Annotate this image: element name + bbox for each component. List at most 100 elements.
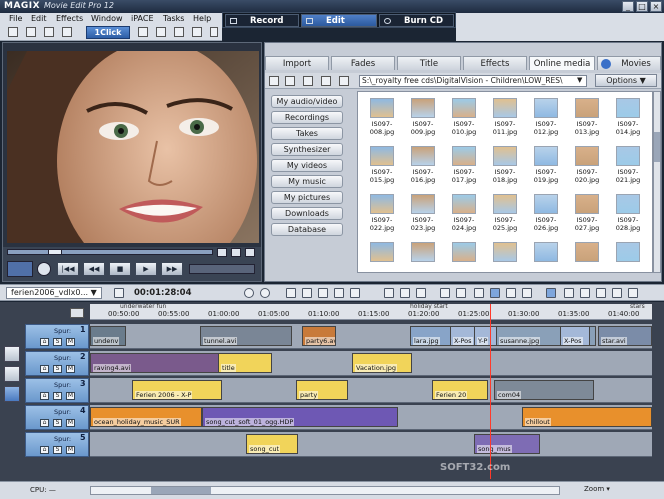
file-thumbnail[interactable]: IS097-012.jpg xyxy=(528,96,564,140)
track-lock-icon[interactable]: ⌂ xyxy=(40,419,49,427)
play-button[interactable]: ▶ xyxy=(135,262,157,276)
track-lock-icon[interactable]: ⌂ xyxy=(40,338,49,346)
track-lock-icon[interactable]: ⌂ xyxy=(40,446,49,454)
timeline-clip[interactable]: raving4.avi xyxy=(90,353,220,373)
file-grid-scrollbar[interactable] xyxy=(653,91,661,273)
file-thumbnail[interactable]: IS097-018.jpg xyxy=(487,144,523,188)
track-header[interactable]: Spur: 2 ⌂ S M xyxy=(25,351,89,376)
paste-icon[interactable] xyxy=(334,288,344,298)
file-thumbnail[interactable] xyxy=(569,240,605,272)
menu-help[interactable]: Help xyxy=(193,13,211,24)
view-icon[interactable] xyxy=(217,248,227,257)
playhead[interactable] xyxy=(490,304,491,479)
file-thumbnail[interactable] xyxy=(528,240,564,272)
track-header[interactable]: Spur: 3 ⌂ S M xyxy=(25,378,89,403)
file-thumbnail[interactable] xyxy=(610,240,646,272)
file-thumbnail[interactable]: IS097-025.jpg xyxy=(487,192,523,236)
file-thumbnail[interactable] xyxy=(487,240,523,272)
track-lock-icon[interactable]: ⌂ xyxy=(40,392,49,400)
preview-mode-icon[interactable] xyxy=(7,261,33,277)
cut-icon[interactable] xyxy=(286,288,296,298)
timeline-marker[interactable]: holiday start xyxy=(410,303,448,310)
category-my-videos[interactable]: My videos xyxy=(271,159,343,172)
timeline-view-button[interactable] xyxy=(4,386,20,402)
folder-tree-icon[interactable] xyxy=(339,76,349,86)
fast-forward-button[interactable]: ▶▶ xyxy=(161,262,183,276)
checklist-icon[interactable] xyxy=(192,27,202,37)
menu-effects[interactable]: Effects xyxy=(56,13,83,24)
track-mute-button[interactable]: M xyxy=(66,392,75,400)
mode-edit-button[interactable]: Edit xyxy=(301,14,377,27)
file-thumbnail[interactable]: IS097-008.jpg xyxy=(364,96,400,140)
file-thumbnail[interactable]: IS097-017.jpg xyxy=(446,144,482,188)
stretch-icon[interactable] xyxy=(612,288,622,298)
timeline-clip[interactable]: song_cut_soft_01_ogg.HDP xyxy=(202,407,398,427)
position-slider[interactable] xyxy=(7,249,213,255)
track-mute-button[interactable]: M xyxy=(66,365,75,373)
redo-icon[interactable] xyxy=(260,288,270,298)
rewind-button[interactable]: ◀◀ xyxy=(83,262,105,276)
menu-file[interactable]: File xyxy=(9,13,22,24)
category-downloads[interactable]: Downloads xyxy=(271,207,343,220)
timeline-clip[interactable]: undenv xyxy=(90,326,126,346)
duplicate-icon[interactable] xyxy=(350,288,360,298)
help-cursor-icon[interactable] xyxy=(210,27,218,37)
volume-slider[interactable] xyxy=(189,264,255,274)
mode-multi-icon[interactable] xyxy=(506,288,516,298)
close-button[interactable]: × xyxy=(650,1,662,12)
track-mute-button[interactable]: M xyxy=(66,419,75,427)
timeline-clip[interactable]: Ferien 20 xyxy=(432,380,488,400)
file-thumbnail[interactable]: IS097-011.jpg xyxy=(487,96,523,140)
monitor-icon[interactable] xyxy=(114,288,124,298)
mode-record-button[interactable]: Record xyxy=(225,14,299,27)
file-thumbnail[interactable]: IS097-020.jpg xyxy=(569,144,605,188)
file-thumbnail[interactable]: IS097-026.jpg xyxy=(528,192,564,236)
file-thumbnail[interactable]: IS097-019.jpg xyxy=(528,144,564,188)
timeline-clip[interactable]: Vacation.jpg xyxy=(352,353,412,373)
storyboard-view-button[interactable] xyxy=(4,346,20,362)
curve-icon[interactable] xyxy=(596,288,606,298)
scene-view-button[interactable] xyxy=(4,366,20,382)
forward-icon[interactable] xyxy=(285,76,295,86)
track-lock-icon[interactable]: ⌂ xyxy=(40,365,49,373)
timeline-marker[interactable]: stars xyxy=(630,303,645,310)
file-thumbnail[interactable]: IS097-023.jpg xyxy=(405,192,441,236)
file-thumbnail[interactable]: IS097-021.jpg xyxy=(610,144,646,188)
slip-icon[interactable] xyxy=(474,288,484,298)
timeline-clip[interactable]: Ferien 2006 - X-P xyxy=(132,380,222,400)
timeline-scroll-thumb[interactable] xyxy=(151,487,211,494)
fullscreen-icon[interactable] xyxy=(231,248,241,257)
timeline-clip[interactable]: tunnel.avi xyxy=(200,326,292,346)
track-header[interactable]: Spur: 5 ⌂ S M xyxy=(25,432,89,457)
timeline-ruler[interactable]: 00:50:00 00:55:00 01:00:00 01:05:00 01:10:00… xyxy=(90,303,652,320)
file-thumbnail[interactable]: IS097-015.jpg xyxy=(364,144,400,188)
tab-online-media[interactable]: Online media xyxy=(529,56,595,70)
menu-ipace[interactable]: iPACE xyxy=(131,13,154,24)
file-thumbnail[interactable]: IS097-013.jpg xyxy=(569,96,605,140)
timeline-clip[interactable]: X-Pos xyxy=(560,326,590,346)
one-click-button[interactable]: 1Click xyxy=(86,26,130,39)
category-my-music[interactable]: My music xyxy=(271,175,343,188)
track-lane[interactable]: song_cut song_mus xyxy=(90,432,652,457)
new-icon[interactable] xyxy=(8,27,18,37)
skip-start-button[interactable]: |◀◀ xyxy=(57,262,79,276)
tools-icon[interactable] xyxy=(174,27,184,37)
position-slider-thumb[interactable] xyxy=(48,249,62,255)
timeline-clip[interactable]: star.avi xyxy=(598,326,652,346)
wizard-icon[interactable] xyxy=(138,27,148,37)
track-solo-button[interactable]: S xyxy=(53,446,62,454)
file-thumbnail[interactable]: IS097-016.jpg xyxy=(405,144,441,188)
record-dot-icon[interactable] xyxy=(37,262,51,276)
up-folder-icon[interactable] xyxy=(303,76,313,86)
timeline-clip[interactable]: ocean_holiday_music_SUR xyxy=(90,407,202,427)
pointer-icon[interactable] xyxy=(546,288,556,298)
category-recordings[interactable]: Recordings xyxy=(271,111,343,124)
track-mute-button[interactable]: M xyxy=(66,338,75,346)
back-icon[interactable] xyxy=(269,76,279,86)
category-takes[interactable]: Takes xyxy=(271,127,343,140)
file-grid-scroll-thumb[interactable] xyxy=(654,132,660,162)
scissor-tool-icon[interactable] xyxy=(628,288,638,298)
collapse-icon[interactable] xyxy=(245,248,255,257)
storyboard-icon[interactable] xyxy=(156,27,166,37)
mode-burn-button[interactable]: Burn CD xyxy=(379,14,454,27)
